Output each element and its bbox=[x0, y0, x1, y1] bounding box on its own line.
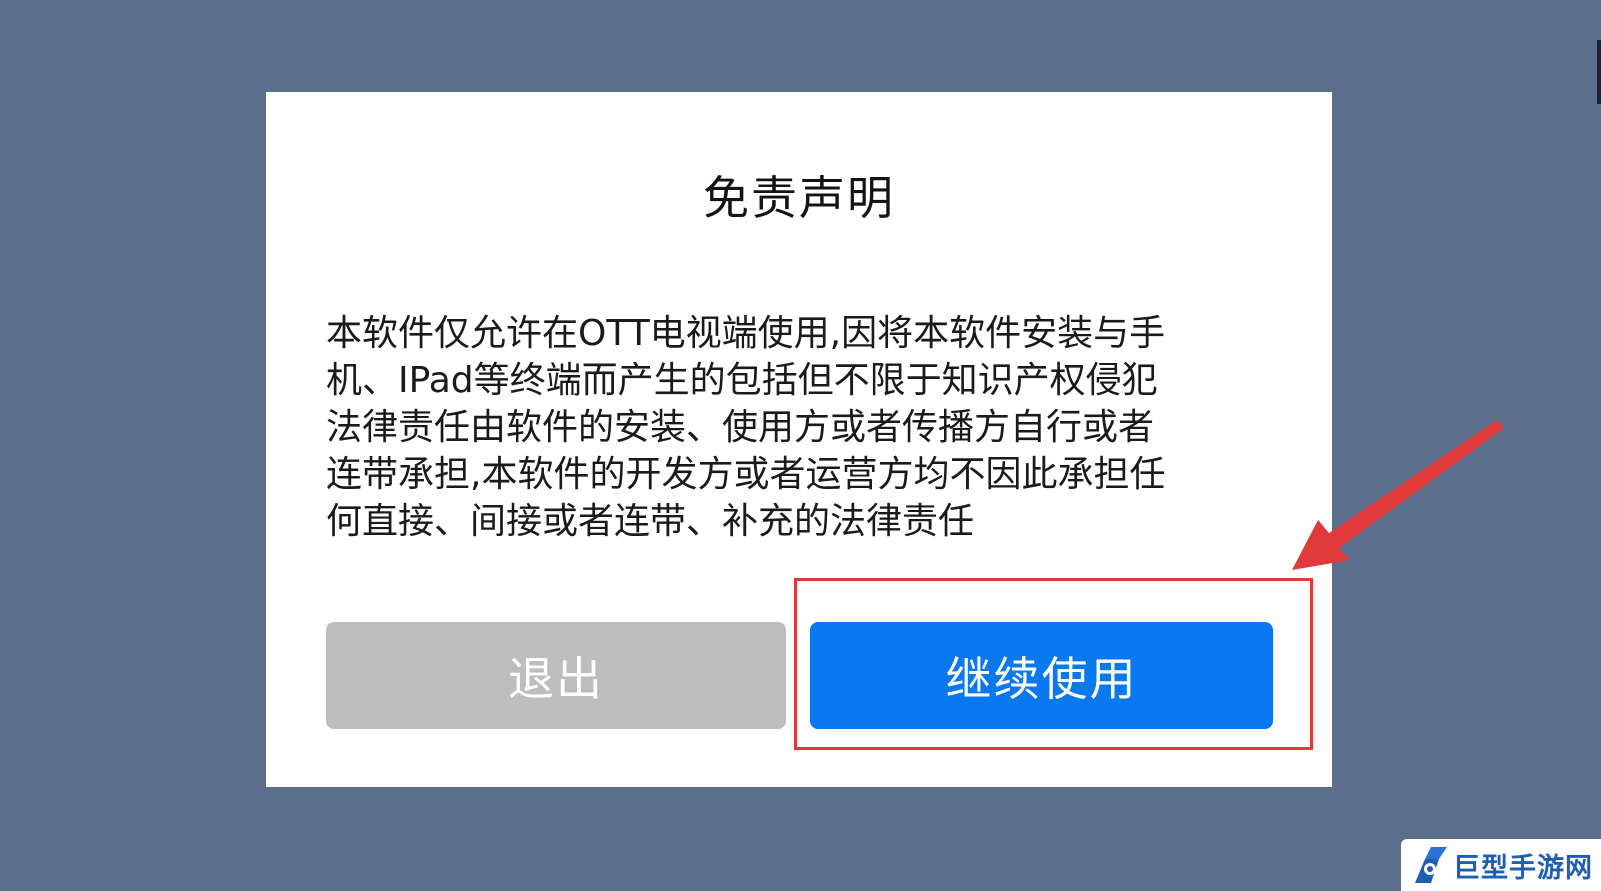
body-line: 本软件仅允许在OTT电视端使用,因将本软件安装与手 bbox=[326, 313, 1166, 354]
body-line: 何直接、间接或者连带、补充的法律责任 bbox=[326, 501, 975, 542]
watermark-badge: 巨型手游网 bbox=[1401, 839, 1601, 891]
highlight-box bbox=[794, 578, 1313, 750]
exit-button[interactable]: 退出 bbox=[326, 622, 786, 729]
watermark-text: 巨型手游网 bbox=[1453, 852, 1593, 884]
body-line: 法律责任由软件的安装、使用方或者传播方自行或者 bbox=[326, 407, 1155, 448]
body-line: 机、IPad等终端而产生的包括但不限于知识产权侵犯 bbox=[326, 360, 1158, 401]
scrollbar-edge bbox=[1597, 40, 1601, 104]
body-line: 连带承担,本软件的开发方或者运营方均不因此承担任 bbox=[326, 454, 1166, 495]
dialog-title: 免责声明 bbox=[703, 171, 895, 225]
brand-logo-icon bbox=[1415, 847, 1447, 883]
dialog-body-text: 本软件仅允许在OTT电视端使用,因将本软件安装与手 机、IPad等终端而产生的包… bbox=[326, 310, 1256, 545]
exit-button-label: 退出 bbox=[508, 651, 604, 706]
